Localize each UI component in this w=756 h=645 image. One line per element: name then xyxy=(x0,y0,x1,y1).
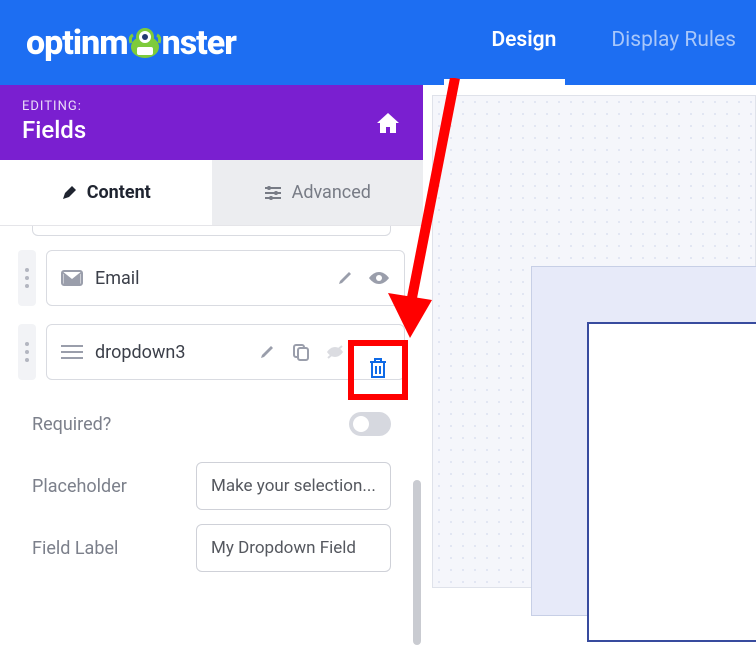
topbar: optinm nster Design Display Rules xyxy=(0,0,756,85)
scrollbar[interactable] xyxy=(413,480,421,645)
drag-handle-icon[interactable] xyxy=(18,250,36,306)
preview-outer: Get Join tod xyxy=(531,266,756,616)
tab-display-rules[interactable]: Display Rules xyxy=(611,28,736,52)
field-config: Required? Placeholder Field Label xyxy=(32,398,391,574)
subtabs: Content Advanced xyxy=(0,160,423,226)
required-label: Required? xyxy=(32,414,111,435)
list-icon xyxy=(61,344,83,360)
editing-header: EDITING: Fields xyxy=(0,85,423,160)
field-dropdown-label: dropdown3 xyxy=(95,342,244,363)
fields-list: Email d xyxy=(0,226,423,588)
annotation-arrow xyxy=(380,78,460,368)
subtab-content[interactable]: Content xyxy=(0,160,212,225)
config-field-label: Field Label xyxy=(32,522,391,574)
field-stub xyxy=(32,226,391,236)
active-tab-indicator xyxy=(444,79,565,85)
hide-icon[interactable] xyxy=(324,344,346,360)
required-toggle[interactable] xyxy=(349,412,391,436)
edit-icon[interactable] xyxy=(256,344,278,360)
preview-inner: Get Join tod xyxy=(587,322,756,642)
edit-icon[interactable] xyxy=(334,270,356,286)
logo: optinm nster xyxy=(26,23,236,63)
fieldlabel-label: Field Label xyxy=(32,538,118,559)
editing-label: EDITING: xyxy=(22,99,86,114)
monster-icon xyxy=(125,25,165,61)
config-placeholder: Placeholder xyxy=(32,460,391,512)
placeholder-label: Placeholder xyxy=(32,476,127,497)
envelope-icon xyxy=(61,269,83,287)
fieldlabel-input[interactable] xyxy=(196,524,391,572)
config-required: Required? xyxy=(32,398,391,450)
top-tabs: Design Display Rules xyxy=(491,28,736,52)
pencil-icon xyxy=(61,185,77,201)
tab-design[interactable]: Design xyxy=(491,28,556,52)
field-email[interactable]: Email xyxy=(46,250,405,306)
preview-canvas: Get Join tod xyxy=(432,95,756,588)
copy-icon[interactable] xyxy=(290,343,312,361)
field-row-dropdown: dropdown3 xyxy=(18,324,405,380)
editing-title: Fields xyxy=(22,116,86,144)
sliders-icon xyxy=(264,185,282,201)
field-row-email: Email xyxy=(18,250,405,306)
placeholder-input[interactable] xyxy=(196,462,391,510)
drag-handle-icon[interactable] xyxy=(18,324,36,380)
sidebar: EDITING: Fields Content Advanced xyxy=(0,85,423,588)
field-email-label: Email xyxy=(95,268,322,289)
